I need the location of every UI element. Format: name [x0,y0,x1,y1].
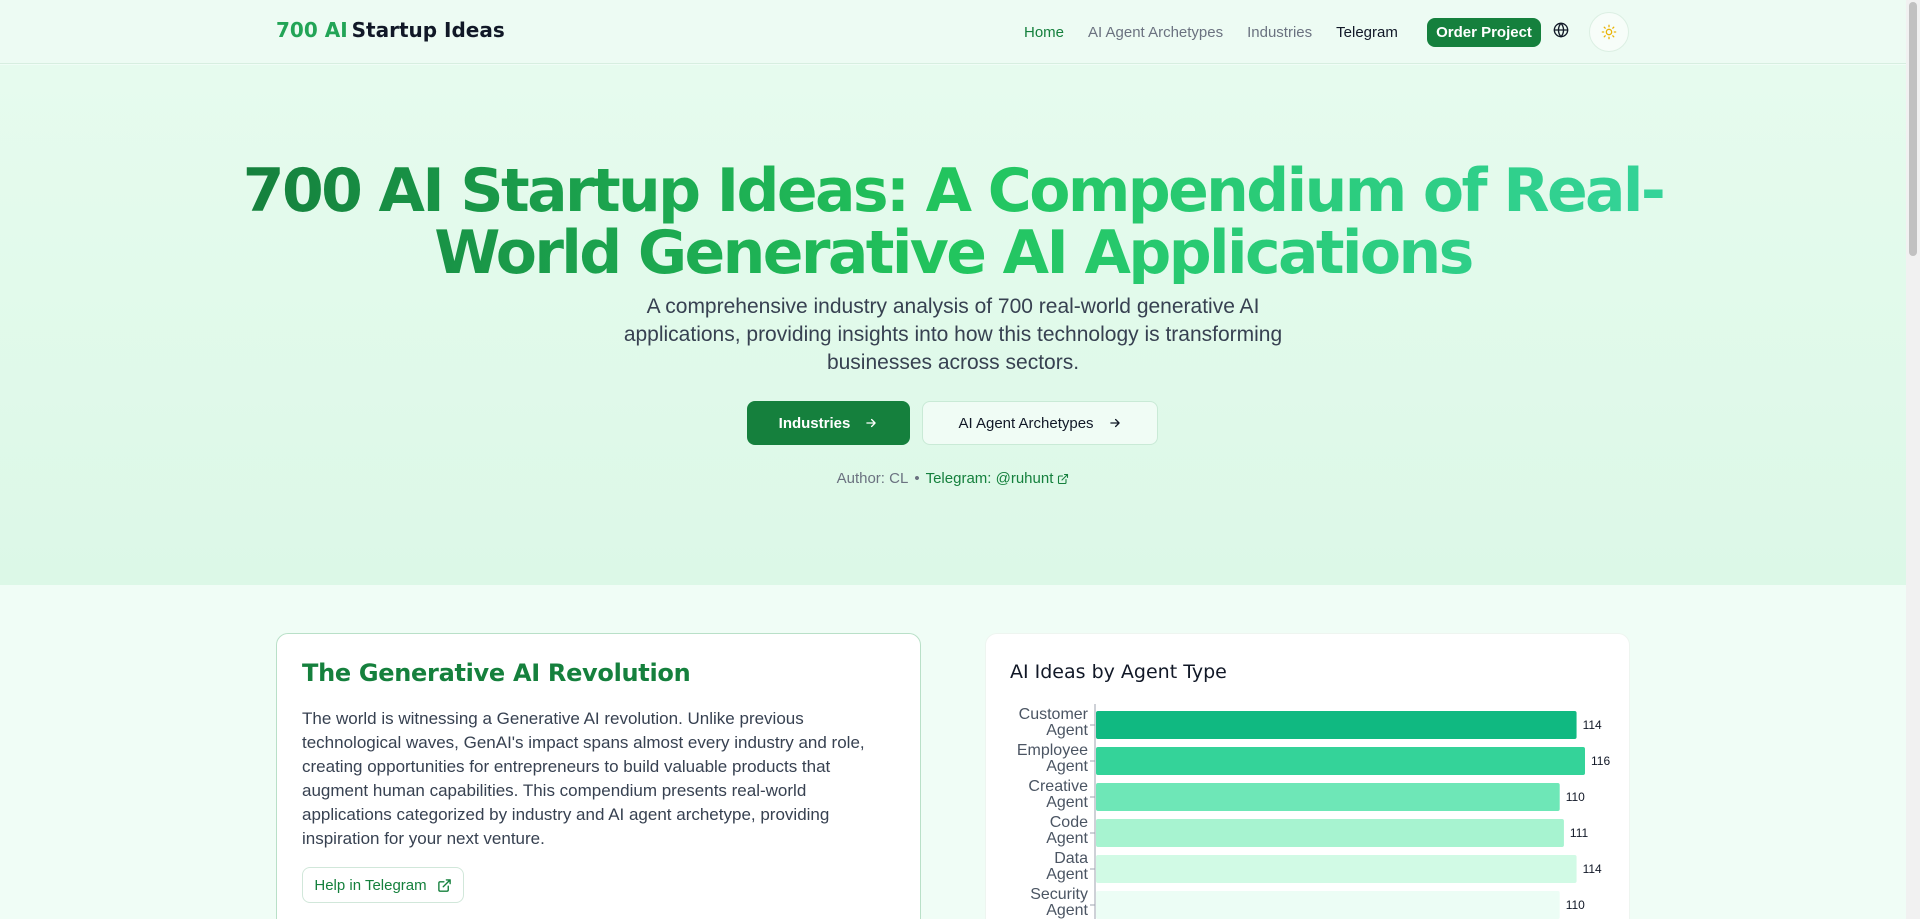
revolution-heading: The Generative AI Revolution [302,659,691,687]
nav-links: Home AI Agent Archetypes Industries Tele… [1024,20,1422,44]
help-telegram-button[interactable]: Help in Telegram [302,867,464,903]
navbar: 700 AI Startup Ideas Home AI Agent Archet… [0,0,1906,64]
chart-bar[interactable] [1096,855,1577,883]
chart-category-label: Agent [1046,902,1088,919]
arrow-right-icon [866,418,877,428]
chart-value-label: 114 [1583,718,1602,732]
chart-bar[interactable] [1096,783,1560,811]
chart-category-label: Code [1050,814,1088,831]
chart-value-label: 110 [1566,790,1585,804]
chart-category-label: Agent [1046,830,1088,847]
nav-link-home[interactable]: Home [1024,24,1064,41]
globe-icon[interactable] [1553,22,1569,38]
nav-link-telegram[interactable]: Telegram [1336,24,1398,41]
meta-separator: • [914,470,920,487]
chart-category-label: Creative [1028,778,1088,795]
chart-value-label: 116 [1591,754,1610,768]
nav-link-industries[interactable]: Industries [1247,24,1312,41]
chart-bar[interactable] [1096,711,1577,739]
chart-category-label: Agent [1046,758,1088,775]
chart-category-label: Agent [1046,794,1088,811]
hero-title: 700 AI Startup Ideas: A Compendium of Re… [240,160,1666,284]
brand-accent: 700 AI [276,18,348,42]
chart-category-label: Employee [1017,742,1088,759]
agent-type-chart-card: AI Ideas by Agent Type 114 Customer Agent 1… [985,633,1630,919]
arrow-right-icon [1109,418,1120,428]
archetypes-button[interactable]: AI Agent Archetypes [922,401,1158,445]
chart-value-label: 111 [1570,826,1589,840]
telegram-link-label: Telegram: @ruhunt [925,470,1054,487]
scrollbar-thumb[interactable] [1909,2,1917,256]
help-telegram-label: Help in Telegram [314,876,427,894]
chart-category-label: Customer [1019,706,1089,723]
sun-icon [1601,24,1617,40]
chart-category-label: Agent [1046,722,1088,739]
author-text: Author: CL [836,470,909,487]
industries-button-label: Industries [778,414,851,432]
theme-toggle-button[interactable] [1589,12,1629,52]
external-link-icon [1058,473,1069,484]
industries-button[interactable]: Industries [747,401,910,445]
chart-category-label: Agent [1046,866,1088,883]
author-meta: Author: CL • Telegram: @ruhunt [0,470,1906,487]
external-link-icon [437,878,451,892]
chart-category-label: Data [1054,850,1088,867]
revolution-card: The Generative AI Revolution The world i… [276,633,921,919]
agent-type-bar-chart: 114CustomerAgent116EmployeeAgent110Creat… [1017,704,1610,919]
order-project-button[interactable]: Order Project [1427,18,1541,47]
chart-bar[interactable] [1096,747,1585,775]
archetypes-button-label: AI Agent Archetypes [958,414,1094,432]
revolution-body: The world is witnessing a Generative AI … [302,709,865,848]
chart-category-label: Security [1030,886,1088,903]
chart-bar[interactable] [1096,891,1560,919]
page-scrollbar[interactable] [1906,0,1920,919]
nav-link-archetypes[interactable]: AI Agent Archetypes [1088,24,1223,41]
telegram-link[interactable]: Telegram: @ruhunt [926,470,1070,487]
brand-logo[interactable]: 700 AI Startup Ideas [276,18,505,42]
chart-bar[interactable] [1096,819,1564,847]
hero-subtitle: A comprehensive industry analysis of 700… [623,295,1283,374]
chart-value-label: 114 [1583,862,1602,876]
hero-section: 700 AI Startup Ideas: A Compendium of Re… [0,65,1906,585]
brand-name: Startup Ideas [351,18,505,42]
chart-value-label: 110 [1566,898,1585,912]
